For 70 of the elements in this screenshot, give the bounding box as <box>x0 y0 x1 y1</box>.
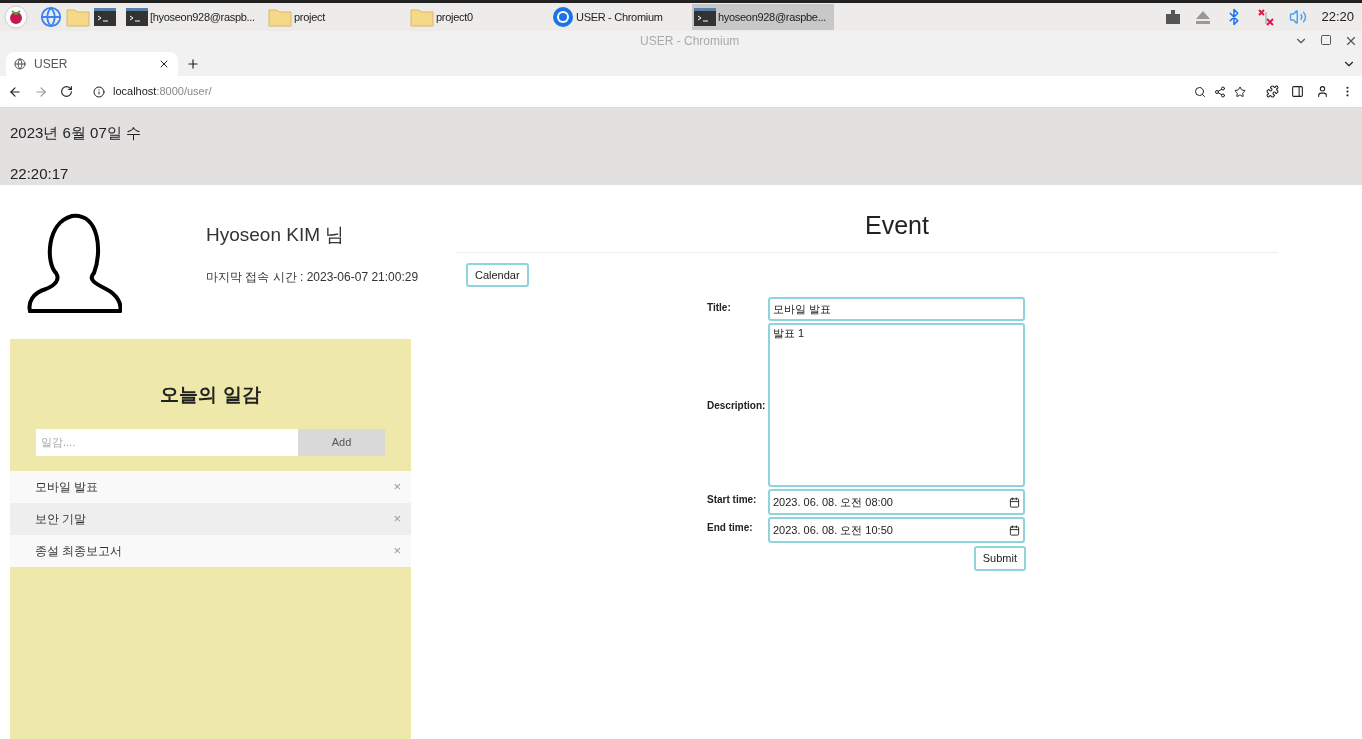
taskbar-label: hyoseon928@raspbe... <box>718 9 826 25</box>
submit-button[interactable]: Submit <box>973 546 1026 571</box>
todo-item[interactable]: 보안 기말 × <box>10 503 411 535</box>
raspberry-icon[interactable] <box>4 5 28 29</box>
new-tab-icon[interactable] <box>186 57 200 71</box>
taskbar-label: project <box>294 9 325 25</box>
keyboard-icon[interactable] <box>1165 9 1182 25</box>
terminal-icon <box>94 8 116 26</box>
date-text: 2023년 6월 07일 수 <box>10 123 142 143</box>
taskbar-button[interactable]: project0 <box>408 4 550 30</box>
close-icon[interactable] <box>158 58 170 70</box>
browser-tab[interactable]: USER <box>6 52 178 76</box>
field-label: Title: <box>707 301 732 315</box>
datetime-field[interactable]: 2023. 06. 08. 오전 08:00 <box>768 489 1025 515</box>
terminal-icon <box>694 8 716 26</box>
field-label: Start time: <box>707 493 758 507</box>
todo-input[interactable]: 일감.... <box>36 428 298 456</box>
todo-item[interactable]: 모바일 발표 × <box>10 471 411 503</box>
field-label: Description: <box>707 398 767 413</box>
calendar-button[interactable]: Calendar <box>466 263 529 287</box>
title-input[interactable]: 모바일 발표 <box>768 297 1025 321</box>
forward-icon[interactable] <box>34 84 48 99</box>
window-title: USER - Chromium <box>640 33 740 50</box>
zoom-icon[interactable] <box>1194 85 1206 98</box>
back-icon[interactable] <box>8 84 22 99</box>
globe-icon[interactable] <box>40 6 62 28</box>
taskbar-button[interactable]: project <box>266 4 408 30</box>
calendar-icon[interactable] <box>1009 496 1020 508</box>
field-label: End time: <box>707 521 754 535</box>
close-icon[interactable] <box>1344 34 1358 48</box>
tab-title: USER <box>34 56 69 73</box>
side-panel-icon[interactable] <box>1291 85 1304 98</box>
time-text: 22:20:17 <box>10 163 70 184</box>
user-silhouette-icon <box>26 213 122 313</box>
taskbar-button[interactable]: USER - Chromium <box>550 4 692 30</box>
taskbar-button[interactable]: [hyoseon928@raspb... <box>124 4 266 30</box>
folder-icon <box>268 7 292 27</box>
todo-label: 모바일 발표 <box>35 479 100 496</box>
todo-item[interactable]: 종설 최종보고서 × <box>10 535 411 567</box>
taskbar-label: project0 <box>436 9 473 25</box>
add-button[interactable]: Add <box>298 428 385 456</box>
clock: 22:20 <box>1321 8 1354 27</box>
profile-icon[interactable] <box>1316 85 1329 98</box>
taskbar-button[interactable]: hyoseon928@raspbe... <box>692 4 834 30</box>
bookmark-star-icon[interactable] <box>1234 85 1246 98</box>
folder-icon <box>410 7 434 27</box>
event-title: Event <box>865 209 929 241</box>
url: localhost:8000/user/ <box>113 84 213 100</box>
browser-icon <box>552 6 574 28</box>
network-disconnected-icon[interactable] <box>1257 8 1276 26</box>
share-icon[interactable] <box>1214 85 1226 98</box>
maximize-icon[interactable] <box>1320 34 1332 46</box>
user-name: Hyoseon KIM 님 <box>206 223 346 247</box>
datetime-value: 2023. 06. 08. 오전 08:00 <box>773 494 894 510</box>
taskbar-label: USER - Chromium <box>576 9 663 25</box>
todo-label: 보안 기말 <box>35 511 88 528</box>
reload-icon[interactable] <box>60 85 73 98</box>
todo-label: 종설 최종보고서 <box>35 543 124 560</box>
taskbar-label: [hyoseon928@raspb... <box>150 9 255 25</box>
last-login-text: 마지막 접속 시간 : 2023-06-07 21:00:29 <box>206 268 419 286</box>
extensions-icon[interactable] <box>1266 85 1279 98</box>
folder-icon <box>66 7 90 27</box>
globe-icon <box>14 58 26 70</box>
datetime-value: 2023. 06. 08. 오전 10:50 <box>773 522 894 538</box>
description-textarea[interactable]: 발표 1 <box>768 323 1025 487</box>
calendar-icon[interactable] <box>1009 524 1020 536</box>
terminal-icon <box>126 8 148 26</box>
todo-title: 오늘의 일감 <box>160 383 261 407</box>
datetime-field[interactable]: 2023. 06. 08. 오전 10:50 <box>768 517 1025 543</box>
info-icon <box>93 85 105 98</box>
